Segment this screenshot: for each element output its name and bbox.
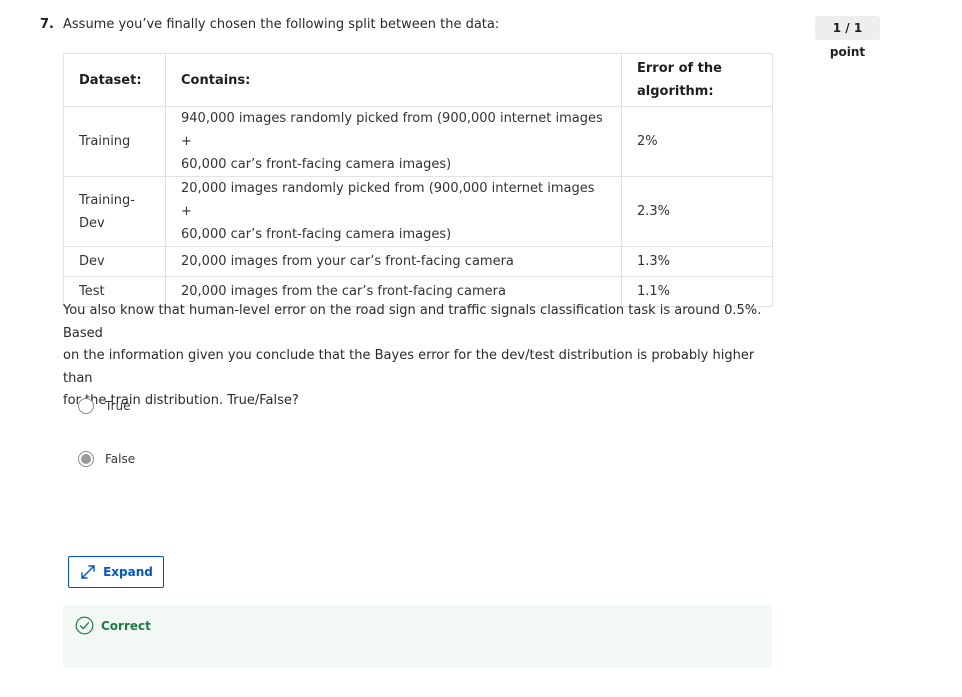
header-error: Error of the algorithm: xyxy=(621,53,773,107)
check-circle-icon xyxy=(75,616,94,635)
cell-error: 2.3% xyxy=(621,176,773,247)
option-true[interactable]: True xyxy=(78,398,131,414)
cell-error: 2% xyxy=(621,106,773,177)
data-split-table: Dataset: Contains: Error of the algorithm… xyxy=(63,53,773,307)
feedback-panel: Correct xyxy=(63,605,772,668)
question-text: Assume you’ve finally chosen the followi… xyxy=(63,17,500,32)
feedback-label: Correct xyxy=(101,618,151,633)
cell-dataset: Training- Dev xyxy=(63,176,166,247)
cell-contains: 20,000 images randomly picked from (900,… xyxy=(165,176,622,247)
header-contains: Contains: xyxy=(165,53,622,107)
points-badge: 1 / 1 point xyxy=(815,16,880,59)
option-label: False xyxy=(105,452,136,466)
table-row: Dev 20,000 images from your car’s front-… xyxy=(63,246,773,277)
option-false[interactable]: False xyxy=(78,451,135,467)
cell-dataset: Dev xyxy=(63,246,166,277)
question-number: 7. xyxy=(40,17,54,32)
radio-unchecked-icon[interactable] xyxy=(78,398,94,414)
table-row: Training- Dev 20,000 images randomly pick… xyxy=(63,176,773,247)
header-dataset: Dataset: xyxy=(63,53,166,107)
option-label: True xyxy=(105,399,131,413)
question-paragraph: You also know that human-level error on … xyxy=(63,303,762,408)
cell-dataset: Training xyxy=(63,106,166,177)
radio-checked-icon[interactable] xyxy=(78,451,94,467)
table-header-row: Dataset: Contains: Error of the algorithm… xyxy=(63,53,773,107)
expand-arrows-icon xyxy=(81,565,95,579)
cell-contains: 20,000 images from your car’s front-faci… xyxy=(165,246,622,277)
table-row: Training 940,000 images randomly picked … xyxy=(63,106,773,177)
expand-label: Expand xyxy=(103,565,153,579)
cell-error: 1.3% xyxy=(621,246,773,277)
cell-contains: 940,000 images randomly picked from (900… xyxy=(165,106,622,177)
expand-button[interactable]: Expand xyxy=(68,556,164,588)
